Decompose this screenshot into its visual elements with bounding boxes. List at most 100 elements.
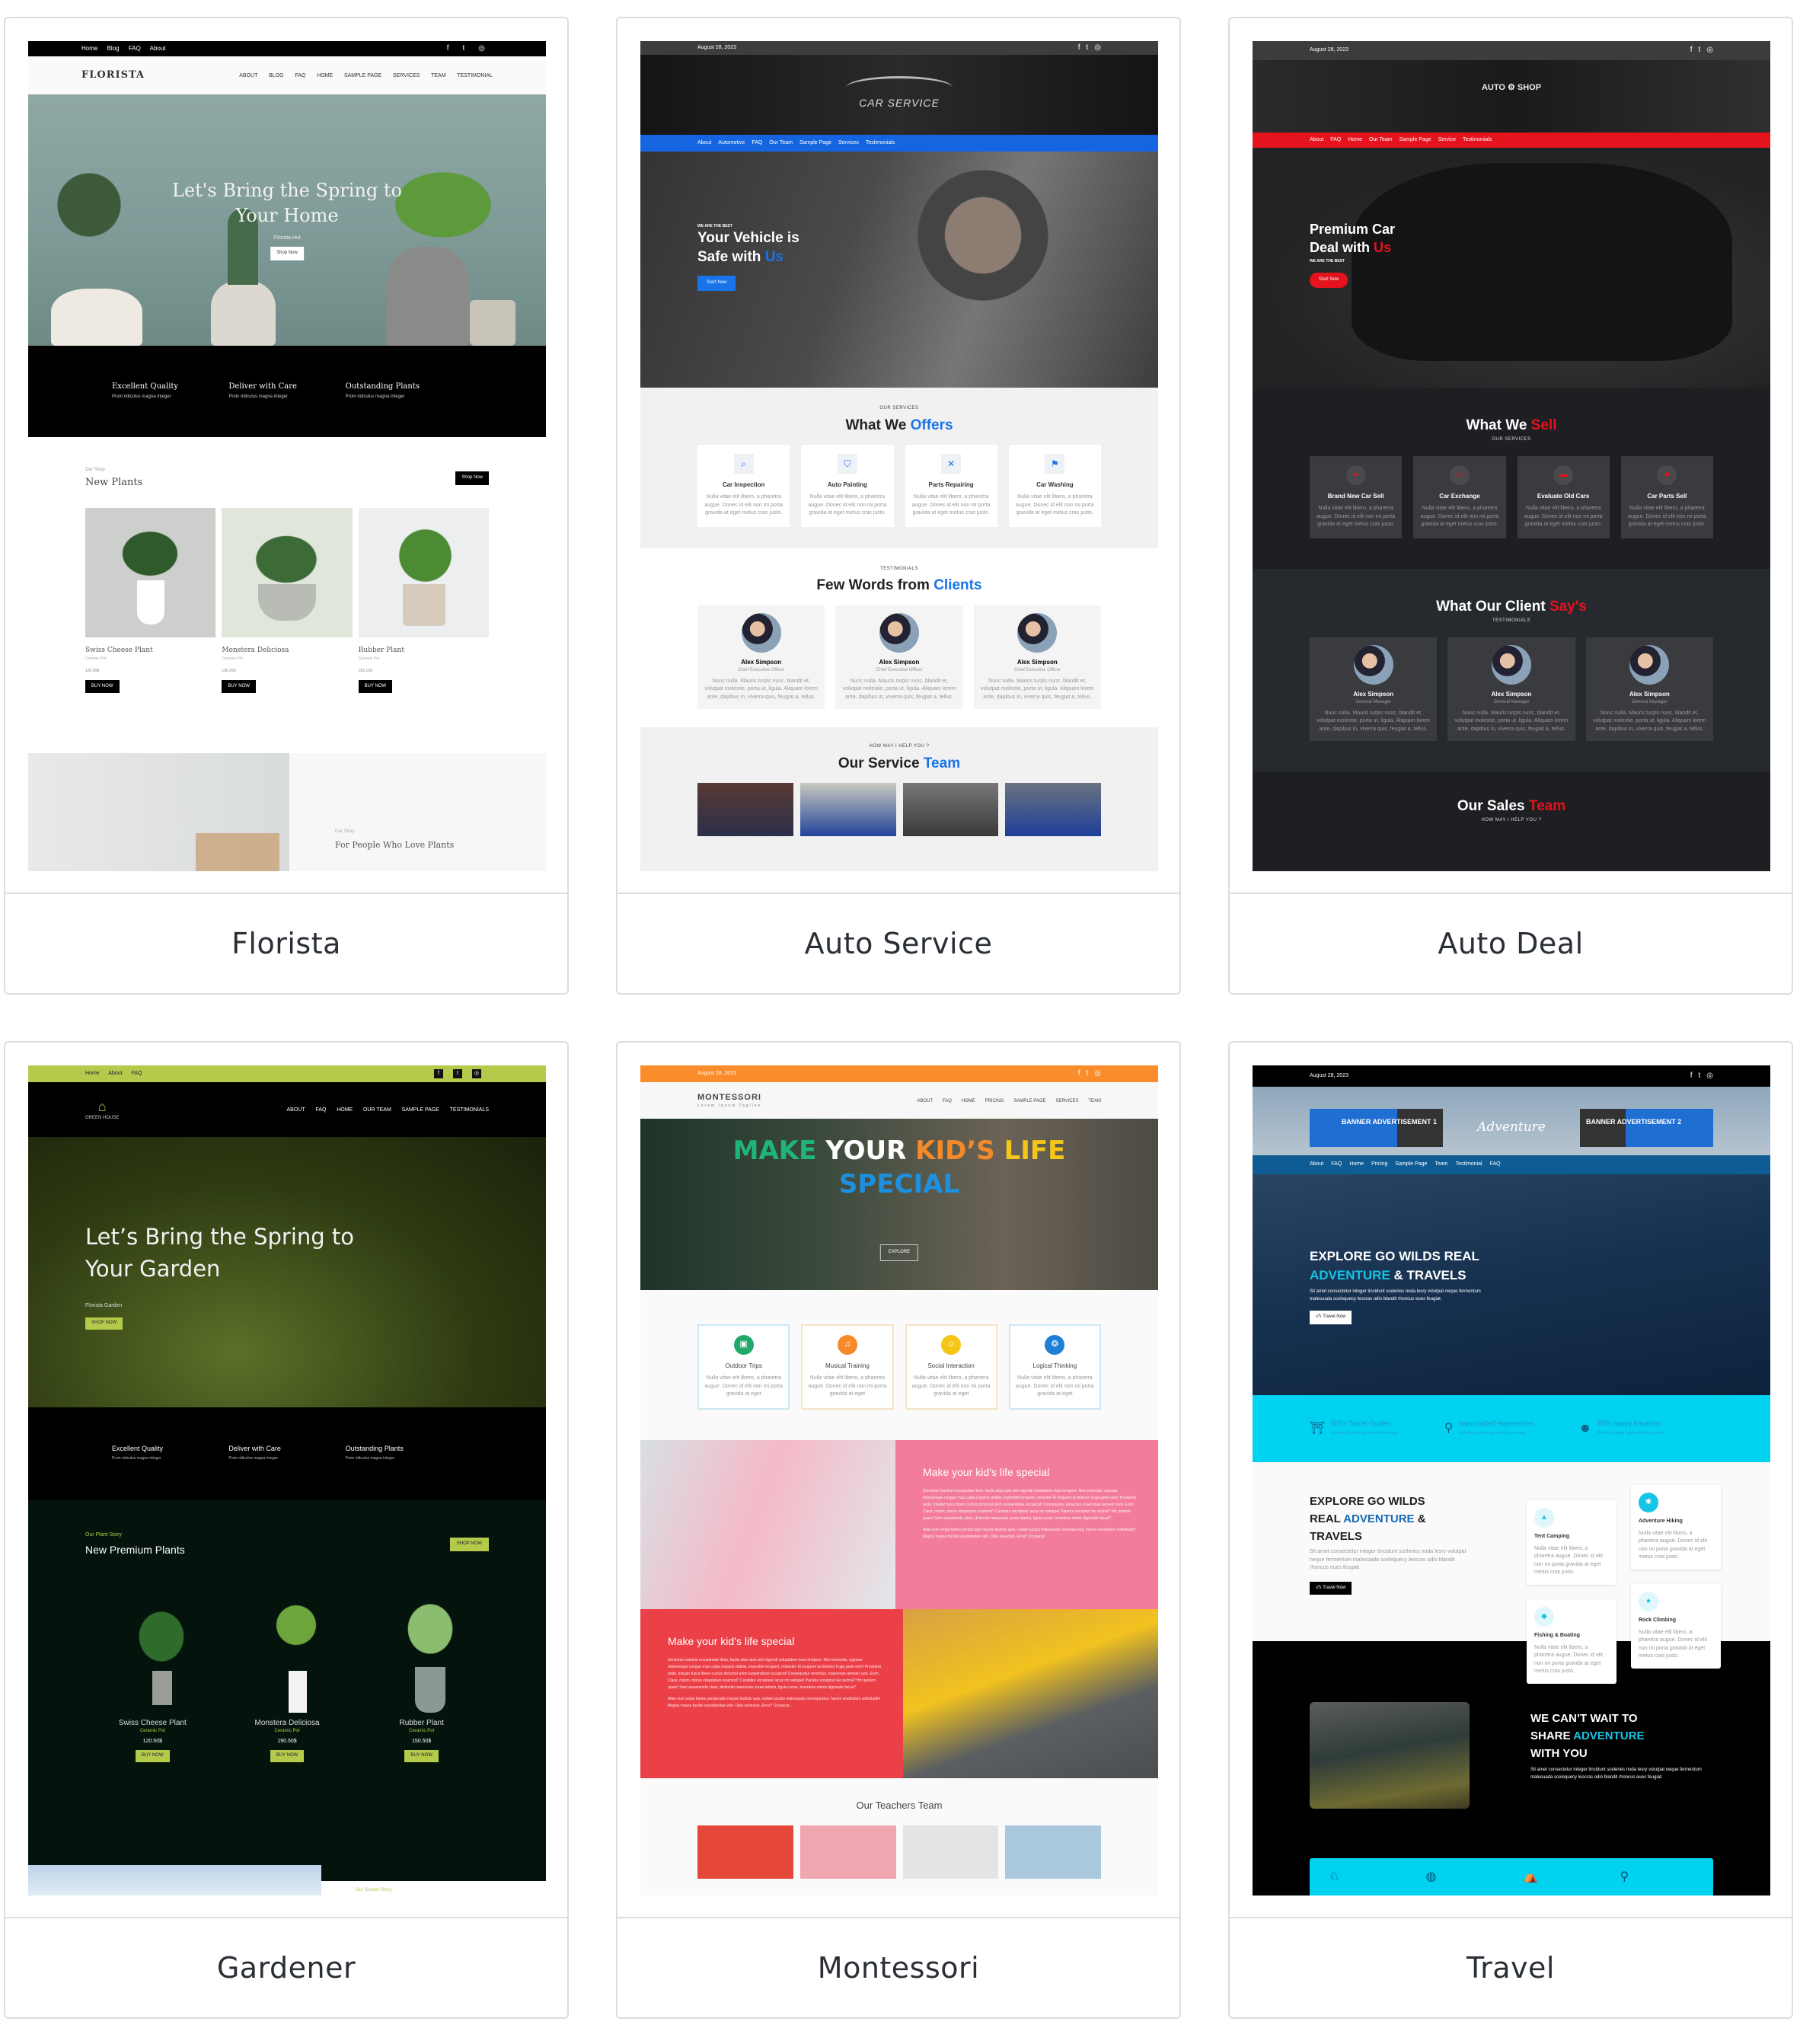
theme-card-montessori[interactable]: August 28, 2023 f t ◎ MONTESSORI Lorem Ipsu… xyxy=(616,1041,1181,2019)
theme-label-area[interactable]: Auto Deal xyxy=(1230,893,1792,993)
menu-item: ABOUT xyxy=(917,1098,934,1103)
service-card: ⚑ Car Washing Nulla vitae elit libero, a p… xyxy=(1008,445,1101,527)
theme-name[interactable]: Auto Service xyxy=(805,927,993,960)
product-card: Monstera Deliciosa Ceramic Pot 190.25$ B… xyxy=(222,507,353,693)
logo: MONTESSORI Lorem Ipsum Tagline xyxy=(697,1093,762,1108)
testimonial-card: Alex Simpson General Manager Nunc nulla. M… xyxy=(1310,637,1438,741)
logo: Adventure xyxy=(1477,1119,1546,1135)
banner-advertisement: BANNER ADVERTISEMENT 1 xyxy=(1310,1108,1443,1147)
menu-item: FAQ xyxy=(942,1098,952,1103)
user-check-icon: ☻ xyxy=(1578,1422,1592,1435)
start-now-button: Start Now xyxy=(1310,273,1348,288)
preview-navbar: MONTESSORI Lorem Ipsum Tagline ABOUT FAQ … xyxy=(640,1082,1158,1119)
preview-topbar: Home About FAQ f t ◎ xyxy=(28,1065,546,1082)
team-member-photo xyxy=(1005,783,1101,837)
theme-label-area[interactable]: Gardener xyxy=(5,1917,567,2017)
menu-item: Team xyxy=(1435,1161,1448,1167)
hero: Let’s Bring the Spring to Your Garden Flo… xyxy=(28,1137,546,1407)
theme-preview[interactable]: August 28, 2023 f t ◎ CAR SERVICE About Au… xyxy=(640,41,1158,871)
stats-band: ⛩ 500+ Travel Guides Mi tristiq daseat fug… xyxy=(1253,1395,1770,1462)
car-icon: ● xyxy=(1345,465,1366,486)
avatar xyxy=(879,613,919,653)
theme-name[interactable]: Travel xyxy=(1466,1951,1555,1985)
section-kicker: Our Garden Story xyxy=(356,1888,392,1892)
theme-preview[interactable]: August 28, 2023 f t ◎ MONTESSORI Lorem Ipsu… xyxy=(640,1065,1158,1895)
preview-header: AUTO ⚙ SHOP xyxy=(1253,60,1770,133)
twitter-icon: t xyxy=(1086,43,1089,52)
teacher-photo xyxy=(1005,1825,1101,1879)
instagram-icon: ◎ xyxy=(1706,1071,1713,1080)
twitter-icon: t xyxy=(453,1069,462,1078)
menu-item: SAMPLE PAGE xyxy=(401,1107,439,1113)
preview-header: BANNER ADVERTISEMENT 1 Adventure BANNER … xyxy=(1253,1087,1770,1155)
menu-item: Sample Page xyxy=(1399,136,1431,142)
section-title: What We Offers xyxy=(845,417,953,433)
avatar xyxy=(1629,645,1670,685)
hero-title: Premium Car Deal with Us xyxy=(1310,222,1396,255)
hero-title: EXPLORE GO WILDS REAL ADVENTURE & TRAVELS xyxy=(1310,1249,1479,1282)
product-card: Swiss Cheese Plant Ceramic Pot 120.50$ BU… xyxy=(85,1591,220,1762)
menu-item: HOME xyxy=(337,1107,353,1113)
section-title: Our Sales Team xyxy=(1457,798,1566,814)
theme-card-gardener[interactable]: Home About FAQ f t ◎ ⌂ GREEN HOUSE ABOUT FA… xyxy=(4,1041,569,2019)
hero: MAKE YOUR KID’S LIFE SPECIAL EXPLORE xyxy=(640,1119,1158,1290)
theme-name[interactable]: Florista xyxy=(231,927,341,960)
menu-item: PRICING xyxy=(985,1098,1004,1103)
theme-label-area[interactable]: Florista xyxy=(5,893,567,993)
theme-card-travel[interactable]: August 28, 2023 f t ◎ BANNER ADVERTISEMENT… xyxy=(1228,1041,1793,2019)
top-link: Blog xyxy=(107,45,120,52)
section-title: Few Words from Clients xyxy=(816,577,982,594)
buy-now-button: BUY NOW xyxy=(404,1750,439,1762)
service-card: ✕ Parts Repairing Nulla vitae elit libero,… xyxy=(905,445,997,527)
about-block: Make your kid’s life special Senectus max… xyxy=(640,1608,1158,1778)
feature-item: Outstanding Plants Proin ridiculus magna … xyxy=(345,382,420,400)
feature-item: Outstanding Plants Proin ridiculus magna … xyxy=(345,1445,404,1461)
preview-navbar: ⌂ GREEN HOUSE ABOUT FAQ HOME OUR TEAM SAM… xyxy=(28,1082,546,1137)
feature-card: ❂ Logical Thinking Nulla vitae elit libero… xyxy=(1008,1324,1101,1410)
theme-gallery: Home Blog FAQ About f t ◎ FLORISTA ABOUT B… xyxy=(0,0,1800,2044)
car-logo-icon xyxy=(846,76,953,99)
facebook-icon: f xyxy=(434,1069,443,1078)
hero-title: Your Home xyxy=(235,205,339,226)
activity-card: ✱ Adventure Hiking Nulla vitae elit libero… xyxy=(1631,1485,1721,1570)
explore-section: EXPLORE GO WILDS REAL ADVENTURE & TRAVELS … xyxy=(1253,1462,1770,1684)
theme-label-area[interactable]: Travel xyxy=(1230,1917,1792,2017)
testimonials-section: TESTIMONIALS Few Words from Clients Alex… xyxy=(640,548,1158,727)
menu-item: HOME xyxy=(317,72,334,78)
section-title: Our Service Team xyxy=(838,755,961,771)
preview-topbar: August 28, 2023 f t ◎ xyxy=(1253,41,1770,60)
menu-item: TEAM xyxy=(431,72,446,78)
menu-item: HOME xyxy=(961,1098,975,1103)
theme-label-area[interactable]: Auto Service xyxy=(618,893,1179,993)
theme-preview[interactable]: August 28, 2023 f t ◎ BANNER ADVERTISEMENT… xyxy=(1253,1065,1770,1895)
team-member-photo xyxy=(799,783,896,837)
teacher-photo xyxy=(902,1825,999,1879)
feature-item: Deliver with Care Proin ridiculus magna i… xyxy=(228,1445,281,1461)
globe-icon: ◍ xyxy=(1425,1870,1437,1883)
theme-preview[interactable]: Home Blog FAQ About f t ◎ FLORISTA ABOUT B… xyxy=(28,41,546,871)
theme-name[interactable]: Auto Deal xyxy=(1438,927,1583,960)
menu-item: About xyxy=(697,139,712,145)
twitter-icon: t xyxy=(462,43,465,53)
travel-now-button: 🚗︎ Travel Now xyxy=(1310,1581,1352,1595)
logo: AUTO ⚙ SHOP xyxy=(1481,83,1542,92)
brain-icon: ❂ xyxy=(1045,1335,1065,1355)
logo: CAR SERVICE xyxy=(859,97,940,109)
section-title: EXPLORE GO WILDS REAL ADVENTURE & TRAVELS xyxy=(1310,1495,1426,1543)
shop-now-button: SHOP NOW xyxy=(85,1317,123,1330)
activity-card: ● Rock Climbing Nulla vitae elit libero, a… xyxy=(1631,1584,1721,1669)
hero-subtitle: Florista Garden xyxy=(85,1303,123,1308)
menu-item: FAQ xyxy=(295,72,306,78)
instagram-icon: ◎ xyxy=(1094,1068,1101,1078)
theme-name[interactable]: Gardener xyxy=(217,1951,356,1985)
theme-preview[interactable]: Home About FAQ f t ◎ ⌂ GREEN HOUSE ABOUT FA… xyxy=(28,1065,546,1895)
facebook-icon: f xyxy=(1690,46,1693,55)
theme-card-auto-service[interactable]: August 28, 2023 f t ◎ CAR SERVICE About Au… xyxy=(616,17,1181,995)
service-card: ⛉ Auto Painting Nulla vitae elit libero, a… xyxy=(801,445,894,527)
theme-label-area[interactable]: Montessori xyxy=(618,1917,1179,2017)
theme-card-florista[interactable]: Home Blog FAQ About f t ◎ FLORISTA ABOUT B… xyxy=(4,17,569,995)
theme-preview[interactable]: August 28, 2023 f t ◎ AUTO ⚙ SHOP About FA… xyxy=(1253,41,1770,871)
top-link: About xyxy=(149,45,166,52)
theme-card-auto-deal[interactable]: August 28, 2023 f t ◎ AUTO ⚙ SHOP About FA… xyxy=(1228,17,1793,995)
theme-name[interactable]: Montessori xyxy=(818,1951,979,1985)
